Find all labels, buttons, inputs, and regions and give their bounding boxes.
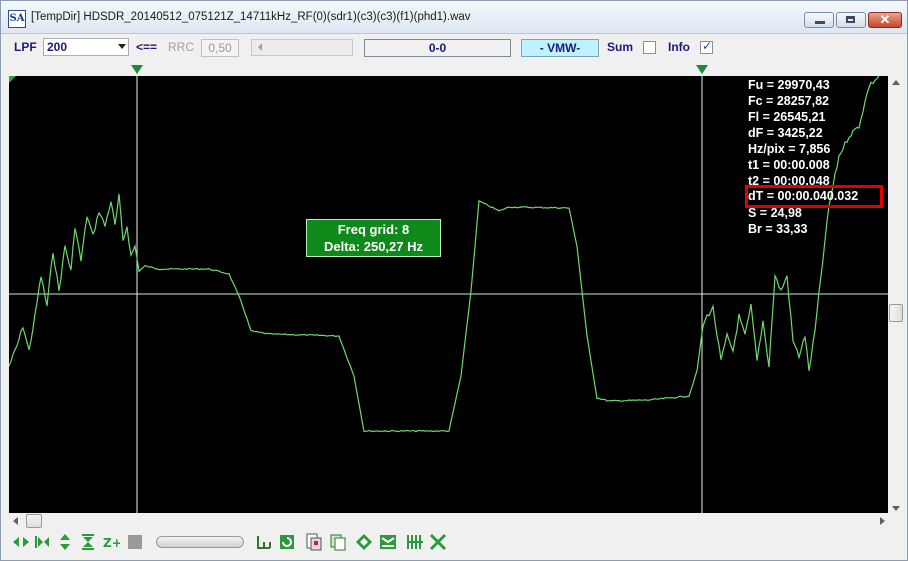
shrink-horizontal-icon[interactable] <box>34 533 52 551</box>
scroll-left-icon <box>258 43 262 51</box>
minimize-button[interactable] <box>804 12 834 28</box>
plot-corner-marker <box>9 76 16 83</box>
mode-button[interactable]: - VMW- <box>521 39 599 57</box>
rrc-input[interactable]: 0,50 <box>201 39 239 57</box>
info-label: Info <box>668 40 690 54</box>
cross-icon[interactable] <box>429 533 447 551</box>
sum-label: Sum <box>607 40 634 54</box>
window-title: [TempDir] HDSDR_20140512_075121Z_14711kH… <box>31 11 471 23</box>
fit-vertical-icon[interactable] <box>56 533 74 551</box>
minimize-icon <box>815 21 825 24</box>
info-fc: Fc = 28257,82 <box>748 94 829 108</box>
info-t1: t1 = 00:00.008 <box>748 158 830 172</box>
speed-slider[interactable] <box>156 536 244 548</box>
maximize-icon <box>846 16 855 23</box>
info-fu: Fu = 29970,43 <box>748 78 830 92</box>
checkmark-icon: ✓ <box>702 39 713 53</box>
scroll-right-icon[interactable] <box>880 517 885 525</box>
lpf-value: 200 <box>47 40 68 54</box>
maximize-button[interactable] <box>836 12 866 28</box>
rrc-label: RRC <box>168 40 194 54</box>
freq-grid-box: Freq grid: 8 Delta: 250,27 Hz <box>306 219 441 257</box>
close-icon: ✕ <box>879 12 891 27</box>
fit-horizontal-icon[interactable] <box>12 533 30 551</box>
horizontal-scroll-thumb[interactable] <box>26 514 42 528</box>
stop-icon[interactable] <box>126 533 144 551</box>
shrink-vertical-icon[interactable] <box>79 533 97 551</box>
title-bar[interactable]: SA [TempDir] HDSDR_20140512_075121Z_1471… <box>1 1 907 34</box>
scroll-up-icon[interactable] <box>892 80 900 85</box>
rrc-slider[interactable] <box>251 39 353 56</box>
cursor-t1-marker[interactable] <box>131 65 143 74</box>
info-panel: Fu = 29970,43 Fc = 28257,82 Fl = 26545,2… <box>748 77 830 237</box>
sum-checkbox[interactable] <box>643 41 656 54</box>
lpf-label: LPF <box>14 40 37 54</box>
info-fl: Fl = 26545,21 <box>748 110 826 124</box>
compress-icon[interactable] <box>379 533 397 551</box>
app-window: SA [TempDir] HDSDR_20140512_075121Z_1471… <box>0 0 908 561</box>
svg-text:Z+: Z+ <box>103 536 120 550</box>
info-br: Br = 33,33 <box>748 222 808 236</box>
apply-arrow-button[interactable]: <== <box>136 40 157 54</box>
save-image-icon[interactable] <box>305 533 323 551</box>
scroll-down-icon[interactable] <box>892 506 900 511</box>
grid-icon[interactable] <box>406 533 424 551</box>
diamond-icon[interactable] <box>355 533 373 551</box>
refresh-icon[interactable] <box>278 533 296 551</box>
copy-icon[interactable] <box>329 533 347 551</box>
info-df: dF = 3425,22 <box>748 126 823 140</box>
zoom-plus-icon[interactable]: Z+ <box>102 533 120 551</box>
chevron-down-icon <box>118 44 126 49</box>
info-checkbox[interactable]: ✓ <box>700 39 713 54</box>
cursor-t2-marker[interactable] <box>696 65 708 74</box>
range-readout: 0-0 <box>364 39 511 57</box>
vertical-scrollbar[interactable] <box>888 76 905 513</box>
lpf-select[interactable]: 200 <box>43 38 129 56</box>
info-hz-per-pix: Hz/pix = 7,856 <box>748 142 831 156</box>
dt-highlight-box <box>745 185 883 208</box>
freq-delta-line: Delta: 250,27 Hz <box>324 239 423 254</box>
app-icon: SA <box>8 10 26 28</box>
close-button[interactable]: ✕ <box>868 12 902 28</box>
baseline-icon[interactable] <box>255 533 273 551</box>
horizontal-scrollbar[interactable] <box>9 513 888 529</box>
freq-grid-line: Freq grid: 8 <box>337 222 410 237</box>
scroll-left-icon[interactable] <box>13 517 18 525</box>
vertical-scroll-thumb[interactable] <box>889 304 903 322</box>
